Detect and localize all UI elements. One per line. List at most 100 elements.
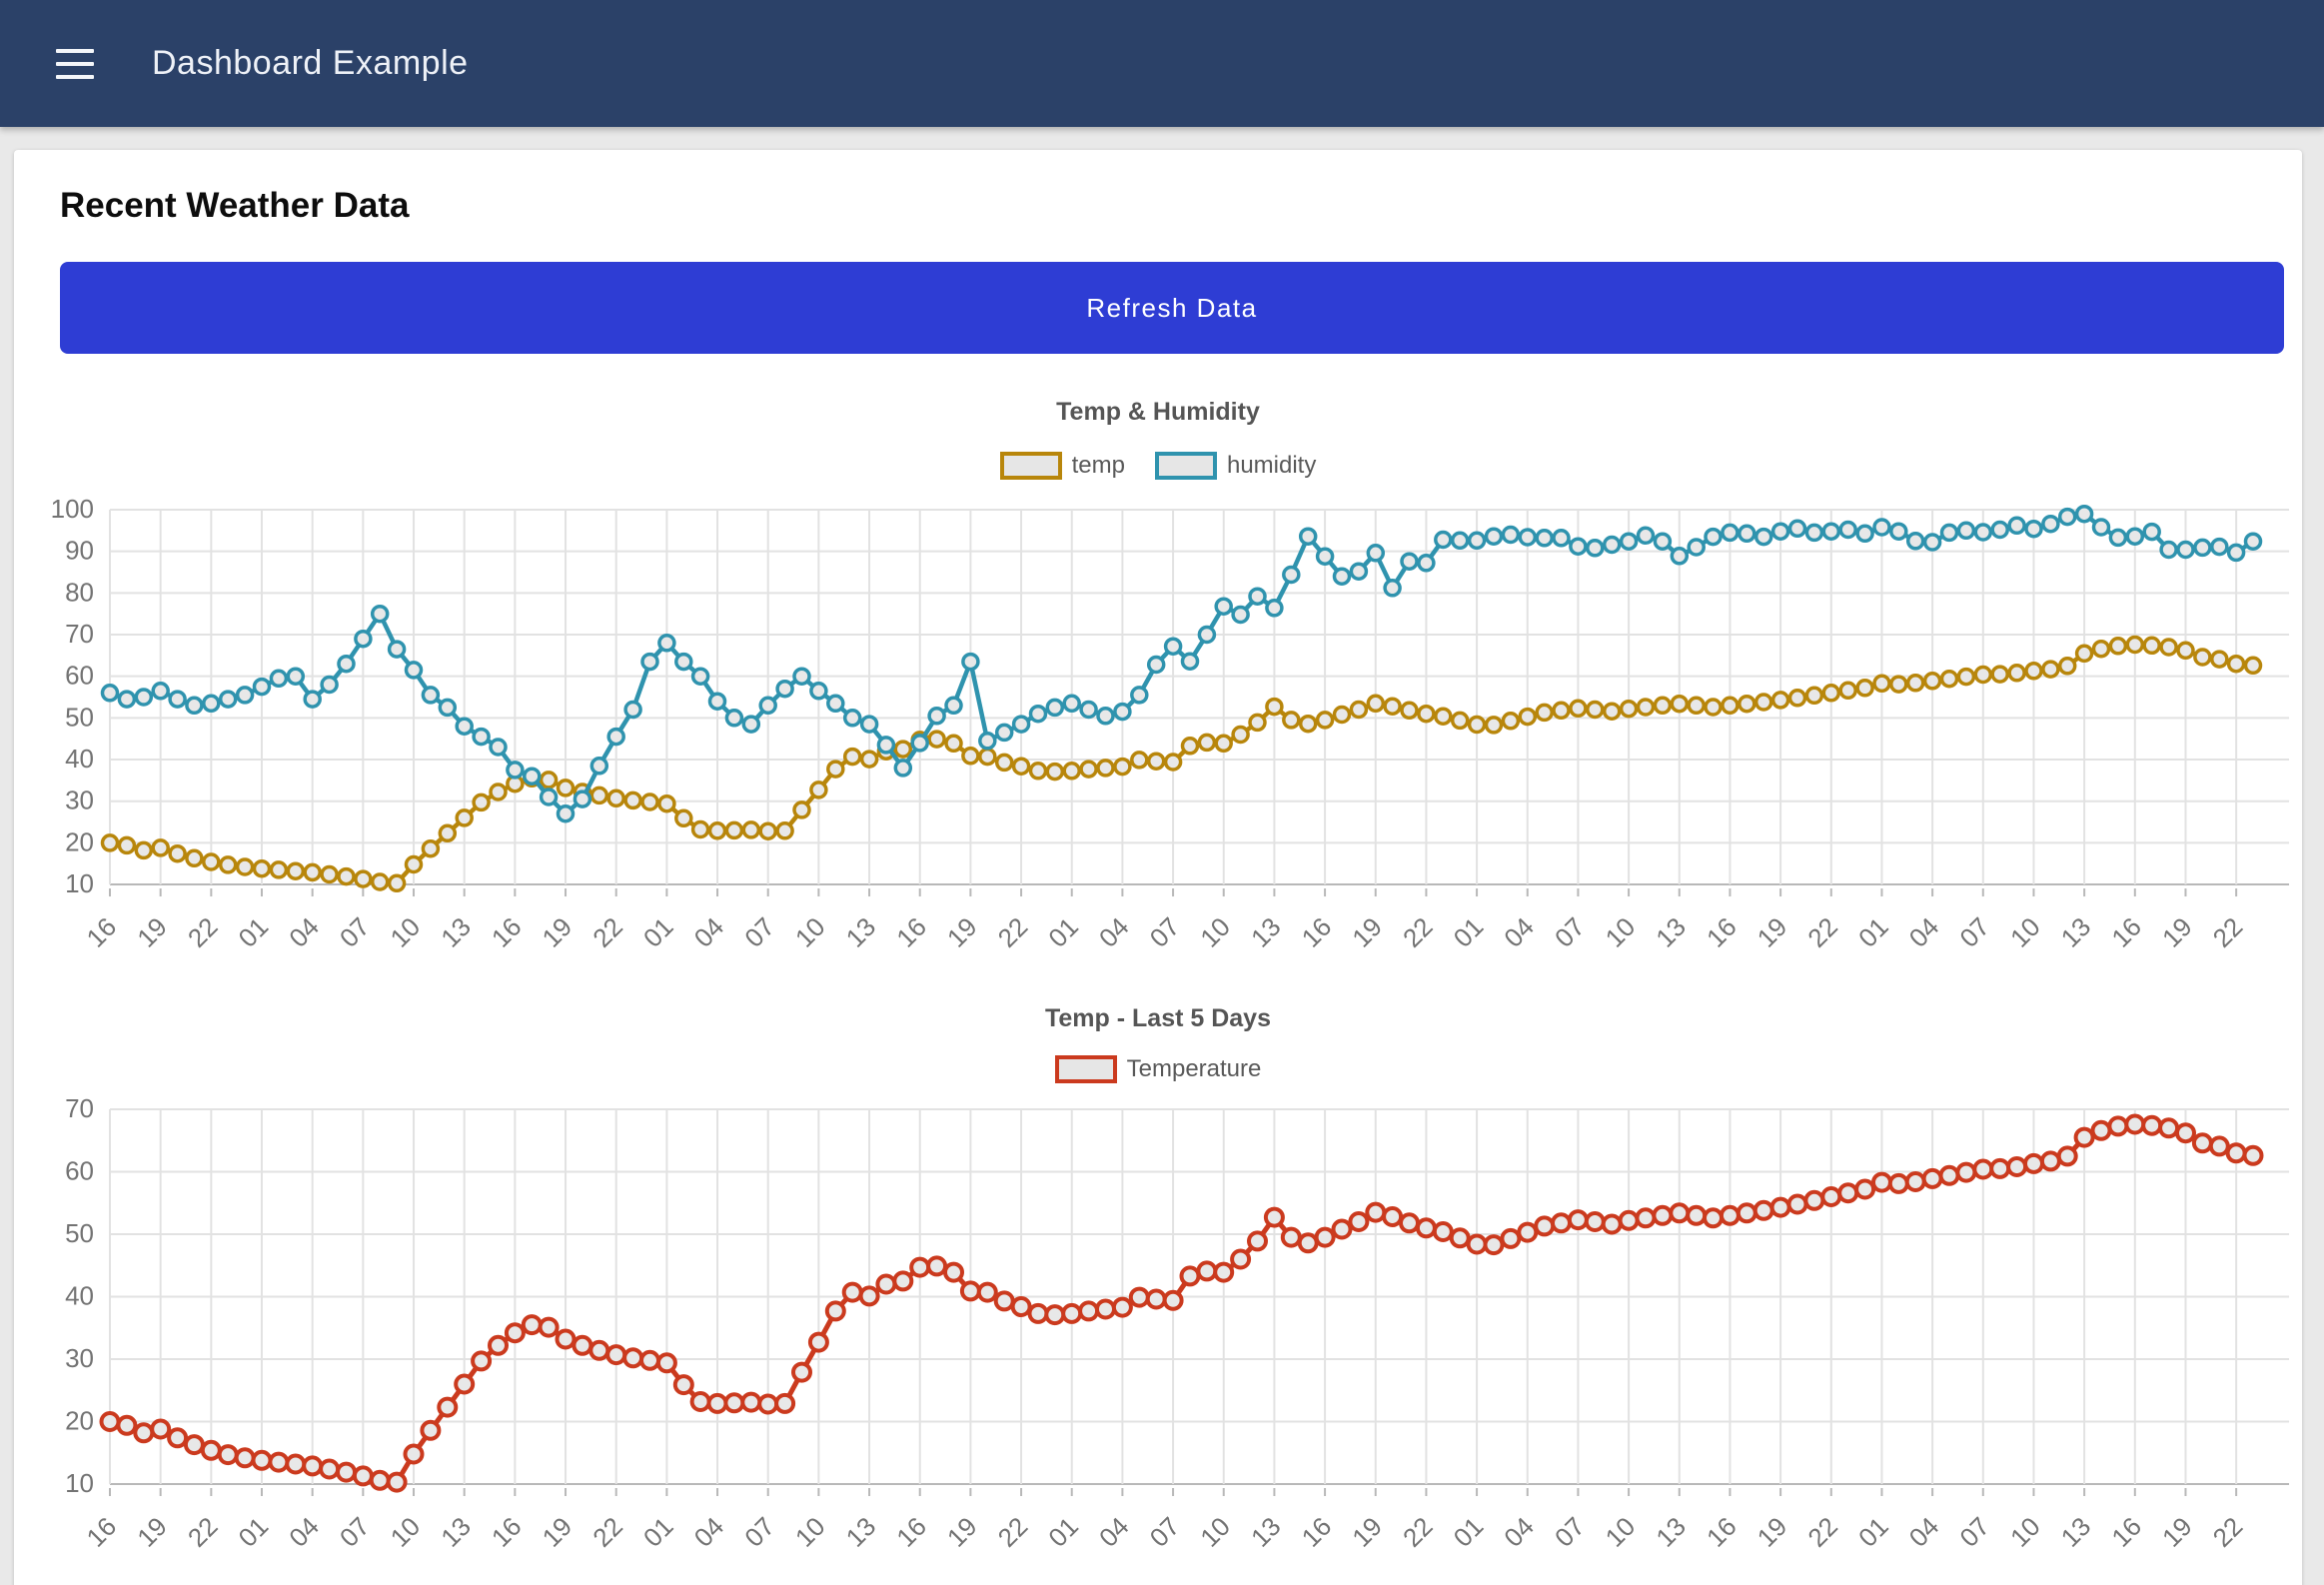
content-card: Recent Weather Data Refresh Data Temp & … bbox=[14, 150, 2302, 1585]
chart1-legend: temp humidity bbox=[14, 452, 2302, 480]
svg-text:10: 10 bbox=[1600, 1511, 1642, 1553]
svg-text:19: 19 bbox=[941, 1511, 983, 1553]
temp-legend-label: temp bbox=[1072, 452, 1125, 480]
temp-last-5-days-chart[interactable]: 7060504030201016192201040710131619220104… bbox=[14, 1087, 2302, 1585]
svg-text:22: 22 bbox=[1397, 1511, 1439, 1553]
svg-text:19: 19 bbox=[941, 911, 983, 953]
svg-text:22: 22 bbox=[1801, 911, 1843, 953]
refresh-data-button[interactable]: Refresh Data bbox=[60, 262, 2284, 354]
svg-text:10: 10 bbox=[65, 1468, 94, 1498]
temperature-legend-label: Temperature bbox=[1127, 1055, 1262, 1083]
svg-text:07: 07 bbox=[1953, 1511, 1995, 1553]
svg-text:10: 10 bbox=[789, 911, 831, 953]
svg-text:04: 04 bbox=[1498, 911, 1540, 953]
svg-text:04: 04 bbox=[1093, 1511, 1135, 1553]
svg-text:30: 30 bbox=[65, 786, 94, 815]
svg-text:16: 16 bbox=[486, 1511, 528, 1553]
svg-text:16: 16 bbox=[1296, 911, 1338, 953]
svg-text:22: 22 bbox=[1397, 911, 1439, 953]
svg-text:01: 01 bbox=[1042, 1511, 1084, 1553]
svg-text:13: 13 bbox=[1245, 911, 1287, 953]
svg-text:80: 80 bbox=[65, 577, 94, 607]
svg-text:07: 07 bbox=[334, 911, 376, 953]
svg-text:13: 13 bbox=[840, 911, 882, 953]
svg-text:01: 01 bbox=[233, 1511, 275, 1553]
svg-text:100: 100 bbox=[51, 495, 94, 524]
svg-text:13: 13 bbox=[435, 1511, 477, 1553]
hamburger-menu-icon[interactable] bbox=[56, 49, 94, 79]
svg-text:16: 16 bbox=[1296, 1511, 1338, 1553]
svg-text:01: 01 bbox=[1042, 911, 1084, 953]
svg-text:22: 22 bbox=[1801, 1511, 1843, 1553]
svg-text:40: 40 bbox=[65, 1281, 94, 1311]
svg-text:19: 19 bbox=[1751, 1511, 1793, 1553]
svg-text:07: 07 bbox=[1549, 1511, 1591, 1553]
chart2-legend: Temperature bbox=[14, 1055, 2302, 1083]
svg-text:07: 07 bbox=[1953, 911, 1995, 953]
svg-text:19: 19 bbox=[1751, 911, 1793, 953]
svg-text:01: 01 bbox=[1448, 911, 1490, 953]
svg-text:16: 16 bbox=[890, 1511, 932, 1553]
svg-text:04: 04 bbox=[1498, 1511, 1540, 1553]
svg-text:01: 01 bbox=[1448, 1511, 1490, 1553]
svg-text:20: 20 bbox=[65, 1406, 94, 1436]
svg-text:10: 10 bbox=[2004, 1511, 2046, 1553]
temp-humidity-chart[interactable]: 1009080706050403020101619220104071013161… bbox=[14, 495, 2302, 974]
svg-text:10: 10 bbox=[385, 911, 427, 953]
svg-text:19: 19 bbox=[1346, 911, 1388, 953]
svg-text:16: 16 bbox=[1701, 1511, 1743, 1553]
svg-text:01: 01 bbox=[637, 1511, 679, 1553]
svg-text:07: 07 bbox=[738, 911, 780, 953]
svg-text:16: 16 bbox=[81, 1511, 123, 1553]
chart2-title: Temp - Last 5 Days bbox=[14, 1004, 2302, 1033]
humidity-legend-label: humidity bbox=[1227, 452, 1316, 480]
svg-text:40: 40 bbox=[65, 744, 94, 774]
svg-text:70: 70 bbox=[65, 1093, 94, 1123]
temperature-legend-swatch bbox=[1055, 1055, 1117, 1083]
legend-item-temperature[interactable]: Temperature bbox=[1055, 1055, 1262, 1083]
svg-text:13: 13 bbox=[2055, 1511, 2097, 1553]
svg-text:19: 19 bbox=[131, 1511, 173, 1553]
svg-text:19: 19 bbox=[537, 1511, 579, 1553]
svg-text:10: 10 bbox=[2004, 911, 2046, 953]
svg-text:16: 16 bbox=[1701, 911, 1743, 953]
svg-text:07: 07 bbox=[1144, 911, 1186, 953]
svg-text:19: 19 bbox=[2156, 1511, 2198, 1553]
svg-text:10: 10 bbox=[1194, 911, 1236, 953]
svg-text:04: 04 bbox=[688, 911, 730, 953]
svg-text:22: 22 bbox=[182, 1511, 224, 1553]
svg-text:60: 60 bbox=[65, 661, 94, 691]
app-header: Dashboard Example bbox=[0, 0, 2324, 127]
svg-text:70: 70 bbox=[65, 619, 94, 649]
legend-item-temp[interactable]: temp bbox=[1000, 452, 1125, 480]
app-title: Dashboard Example bbox=[152, 44, 469, 83]
legend-item-humidity[interactable]: humidity bbox=[1155, 452, 1316, 480]
svg-text:22: 22 bbox=[586, 911, 628, 953]
svg-text:01: 01 bbox=[1852, 911, 1894, 953]
svg-text:04: 04 bbox=[283, 911, 325, 953]
svg-text:04: 04 bbox=[688, 1511, 730, 1553]
svg-text:04: 04 bbox=[1093, 911, 1135, 953]
svg-text:13: 13 bbox=[840, 1511, 882, 1553]
svg-text:07: 07 bbox=[334, 1511, 376, 1553]
svg-text:60: 60 bbox=[65, 1156, 94, 1186]
svg-text:04: 04 bbox=[283, 1511, 325, 1553]
svg-text:22: 22 bbox=[2207, 1511, 2249, 1553]
svg-text:16: 16 bbox=[486, 911, 528, 953]
humidity-legend-swatch bbox=[1155, 452, 1217, 480]
svg-text:16: 16 bbox=[890, 911, 932, 953]
svg-text:22: 22 bbox=[586, 1511, 628, 1553]
svg-text:01: 01 bbox=[1852, 1511, 1894, 1553]
svg-text:10: 10 bbox=[1194, 1511, 1236, 1553]
svg-text:19: 19 bbox=[1346, 1511, 1388, 1553]
temp-legend-swatch bbox=[1000, 452, 1062, 480]
svg-text:04: 04 bbox=[1903, 1511, 1945, 1553]
svg-text:10: 10 bbox=[1600, 911, 1642, 953]
svg-text:20: 20 bbox=[65, 826, 94, 856]
svg-text:22: 22 bbox=[182, 911, 224, 953]
svg-text:13: 13 bbox=[2055, 911, 2097, 953]
svg-text:13: 13 bbox=[435, 911, 477, 953]
svg-text:30: 30 bbox=[65, 1343, 94, 1373]
svg-text:10: 10 bbox=[385, 1511, 427, 1553]
svg-text:16: 16 bbox=[2105, 1511, 2147, 1553]
